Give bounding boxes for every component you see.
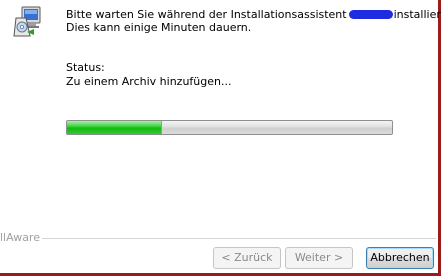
- wait-message-part1: Bitte warten Sie während der Installatio…: [66, 8, 347, 21]
- branding-divider: llAware: [0, 232, 436, 244]
- next-button[interactable]: Weiter >: [285, 247, 353, 269]
- wait-message-line2: Dies kann einige Minuten dauern.: [66, 21, 252, 34]
- wait-message-line1: Bitte warten Sie während der Installatio…: [66, 8, 441, 21]
- status-label: Status:: [66, 61, 105, 74]
- redacted-product-name: [348, 10, 393, 19]
- installer-dialog: Bitte warten Sie während der Installatio…: [0, 0, 441, 276]
- progress-bar-fill: [67, 121, 163, 134]
- wait-message: Bitte warten Sie während der Installatio…: [66, 8, 441, 34]
- progress-bar: [66, 120, 393, 135]
- branding-text: llAware: [0, 231, 40, 244]
- cancel-button[interactable]: Abbrechen: [366, 247, 434, 269]
- wait-message-part2: installiert.: [393, 8, 441, 21]
- status-text: Zu einem Archiv hinzufügen...: [66, 75, 232, 88]
- installer-computer-icon: [12, 6, 42, 38]
- divider-line: [42, 238, 436, 239]
- back-button[interactable]: < Zurück: [213, 247, 281, 269]
